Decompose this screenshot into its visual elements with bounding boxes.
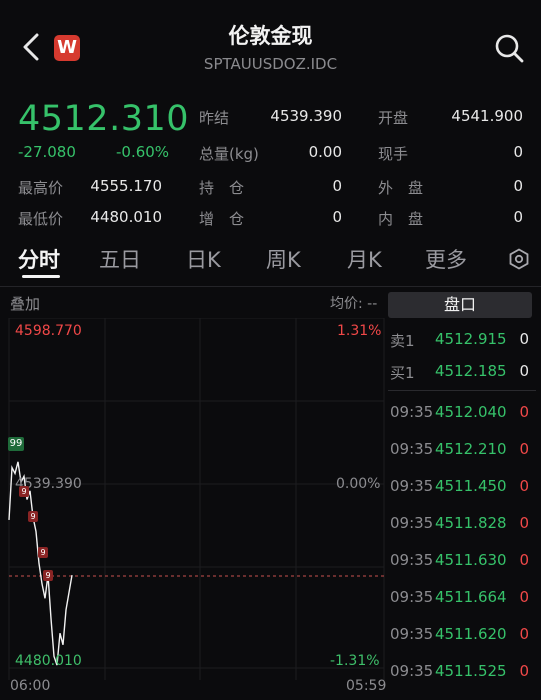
ask-volume: 0: [519, 330, 529, 348]
trade-volume: 0: [519, 403, 529, 421]
trade-volume: 0: [519, 625, 529, 643]
field-label-inner-volume: 内 盘: [378, 210, 424, 228]
ask-label: 卖1: [390, 332, 415, 350]
axis-low-percent: -1.31%: [330, 653, 380, 669]
trade-price: 4511.664: [435, 588, 507, 606]
trade-row: 09:35 4511.620 0: [390, 625, 535, 649]
trade-price: 4512.210: [435, 440, 507, 458]
tab-more[interactable]: 更多: [425, 244, 467, 274]
orderbook-bid-row: 买1 4512.185 0: [390, 362, 535, 386]
active-tab-indicator: [22, 275, 60, 278]
bid-label: 买1: [390, 364, 415, 382]
settings-hexagon-icon[interactable]: [508, 248, 530, 270]
trade-volume: 0: [519, 477, 529, 495]
trade-time: 09:35: [390, 477, 434, 495]
tab-five-day[interactable]: 五日: [99, 244, 141, 274]
tab-intraday[interactable]: 分时: [18, 244, 60, 274]
field-label-position-change: 增 仓: [199, 210, 245, 228]
axis-low-price: 4480.010: [15, 653, 82, 669]
field-value-open-interest: 0: [332, 177, 342, 195]
field-value-high: 4555.170: [90, 177, 162, 195]
signal-marker[interactable]: 9: [28, 511, 38, 522]
trade-row: 09:35 4511.450 0: [390, 477, 535, 501]
search-icon[interactable]: [493, 32, 525, 64]
trade-time: 09:35: [390, 440, 434, 458]
trade-volume: 0: [519, 514, 529, 532]
page-title: 伦敦金现: [228, 24, 313, 48]
trade-volume: 0: [519, 440, 529, 458]
field-value-outer-volume: 0: [513, 177, 523, 195]
signal-marker[interactable]: 9: [38, 547, 48, 558]
field-value-position-change: 0: [332, 208, 342, 226]
field-label-volume: 总量(kg): [199, 145, 259, 163]
axis-high-price: 4598.770: [15, 323, 82, 339]
axis-mid-percent: 0.00%: [336, 476, 381, 492]
field-value-open: 4541.900: [451, 107, 523, 125]
trade-time: 09:35: [390, 514, 434, 532]
instrument-code: SPTAUUSDOZ.IDC: [203, 55, 338, 73]
trade-price: 4511.620: [435, 625, 507, 643]
field-value-inner-volume: 0: [513, 208, 523, 226]
trade-row: 09:35 4512.210 0: [390, 440, 535, 464]
field-label-current-lot: 现手: [378, 145, 409, 163]
price-change-percent: -0.60%: [116, 143, 170, 161]
field-value-volume: 0.00: [308, 143, 342, 161]
trade-time: 09:35: [390, 662, 434, 680]
field-label-outer-volume: 外 盘: [378, 179, 424, 197]
field-label-low: 最低价: [18, 210, 64, 228]
price-change: -27.080: [18, 143, 76, 161]
trade-row: 09:35 4511.630 0: [390, 551, 535, 575]
bid-price: 4512.185: [435, 362, 507, 380]
axis-time-end: 05:59: [346, 678, 387, 694]
orderbook-tab[interactable]: 盘口: [388, 292, 532, 318]
trade-row: 09:35 4511.664 0: [390, 588, 535, 612]
field-label-high: 最高价: [18, 179, 64, 197]
field-value-low: 4480.010: [90, 208, 162, 226]
trade-price: 4511.450: [435, 477, 507, 495]
trade-volume: 0: [519, 588, 529, 606]
trade-row: 09:35 4511.525 0: [390, 662, 535, 686]
intraday-chart[interactable]: [0, 318, 386, 680]
axis-high-percent: 1.31%: [337, 323, 382, 339]
orderbook-ask-row: 卖1 4512.915 0: [390, 330, 535, 354]
trade-row: 09:35 4512.040 0: [390, 403, 535, 427]
trade-price: 4511.828: [435, 514, 507, 532]
trade-time: 09:35: [390, 625, 434, 643]
field-label-open-interest: 持 仓: [199, 179, 245, 197]
overlay-toggle[interactable]: 叠加: [10, 293, 40, 314]
trade-volume: 0: [519, 551, 529, 569]
field-value-current-lot: 0: [513, 143, 523, 161]
trade-time: 09:35: [390, 403, 434, 421]
tabs-divider: [0, 286, 541, 287]
tab-monthly-k[interactable]: 月K: [347, 244, 382, 274]
trade-time: 09:35: [390, 551, 434, 569]
trade-volume: 0: [519, 662, 529, 680]
tab-daily-k[interactable]: 日K: [186, 244, 221, 274]
axis-time-start: 06:00: [10, 678, 51, 694]
ask-price: 4512.915: [435, 330, 507, 348]
average-price-label: 均价: --: [330, 296, 378, 312]
field-label-open: 开盘: [378, 109, 409, 127]
orderbook-divider: [388, 390, 536, 391]
bid-volume: 0: [519, 362, 529, 380]
field-label-prev-settle: 昨结: [199, 109, 230, 127]
trade-row: 09:35 4511.828 0: [390, 514, 535, 538]
trade-price: 4511.525: [435, 662, 507, 680]
signal-marker[interactable]: 9: [19, 486, 29, 497]
field-value-prev-settle: 4539.390: [270, 107, 342, 125]
trade-price: 4511.630: [435, 551, 507, 569]
trade-price: 4512.040: [435, 403, 507, 421]
tab-weekly-k[interactable]: 周K: [266, 244, 301, 274]
last-price: 4512.310: [18, 99, 190, 139]
signal-marker[interactable]: 9: [43, 570, 53, 581]
trade-time: 09:35: [390, 588, 434, 606]
signal-marker-top[interactable]: 99: [8, 437, 24, 451]
